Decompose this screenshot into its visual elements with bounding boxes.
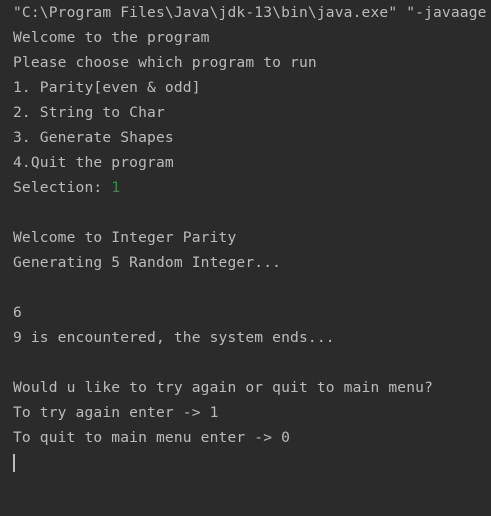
quit-option: To quit to main menu enter -> 0 <box>13 429 291 446</box>
welcome-text: Welcome to the program <box>13 29 210 46</box>
command-line: "C:\Program Files\Java\jdk-13\bin\java.e… <box>13 4 487 21</box>
selection-label: Selection: <box>13 179 112 196</box>
selection-input-value: 1 <box>111 179 121 196</box>
menu-item-generate-shapes: 3. Generate Shapes <box>13 129 174 146</box>
menu-item-string-to-char: 2. String to Char <box>13 104 165 121</box>
run-console-output[interactable]: "C:\Program Files\Java\jdk-13\bin\java.e… <box>0 0 491 516</box>
end-message: 9 is encountered, the system ends... <box>13 329 335 346</box>
retry-prompt: Would u like to try again or quit to mai… <box>13 379 434 396</box>
retry-option: To try again enter -> 1 <box>13 404 219 421</box>
menu-item-quit: 4.Quit the program <box>13 154 174 171</box>
text-caret[interactable] <box>13 454 15 472</box>
choose-prompt: Please choose which program to run <box>13 54 317 71</box>
selection-line: Selection: 1 <box>13 175 120 200</box>
menu-item-parity: 1. Parity[even & odd] <box>13 79 201 96</box>
generated-number: 6 <box>13 304 22 321</box>
generating-text: Generating 5 Random Integer... <box>13 254 282 271</box>
parity-welcome-text: Welcome to Integer Parity <box>13 229 237 246</box>
